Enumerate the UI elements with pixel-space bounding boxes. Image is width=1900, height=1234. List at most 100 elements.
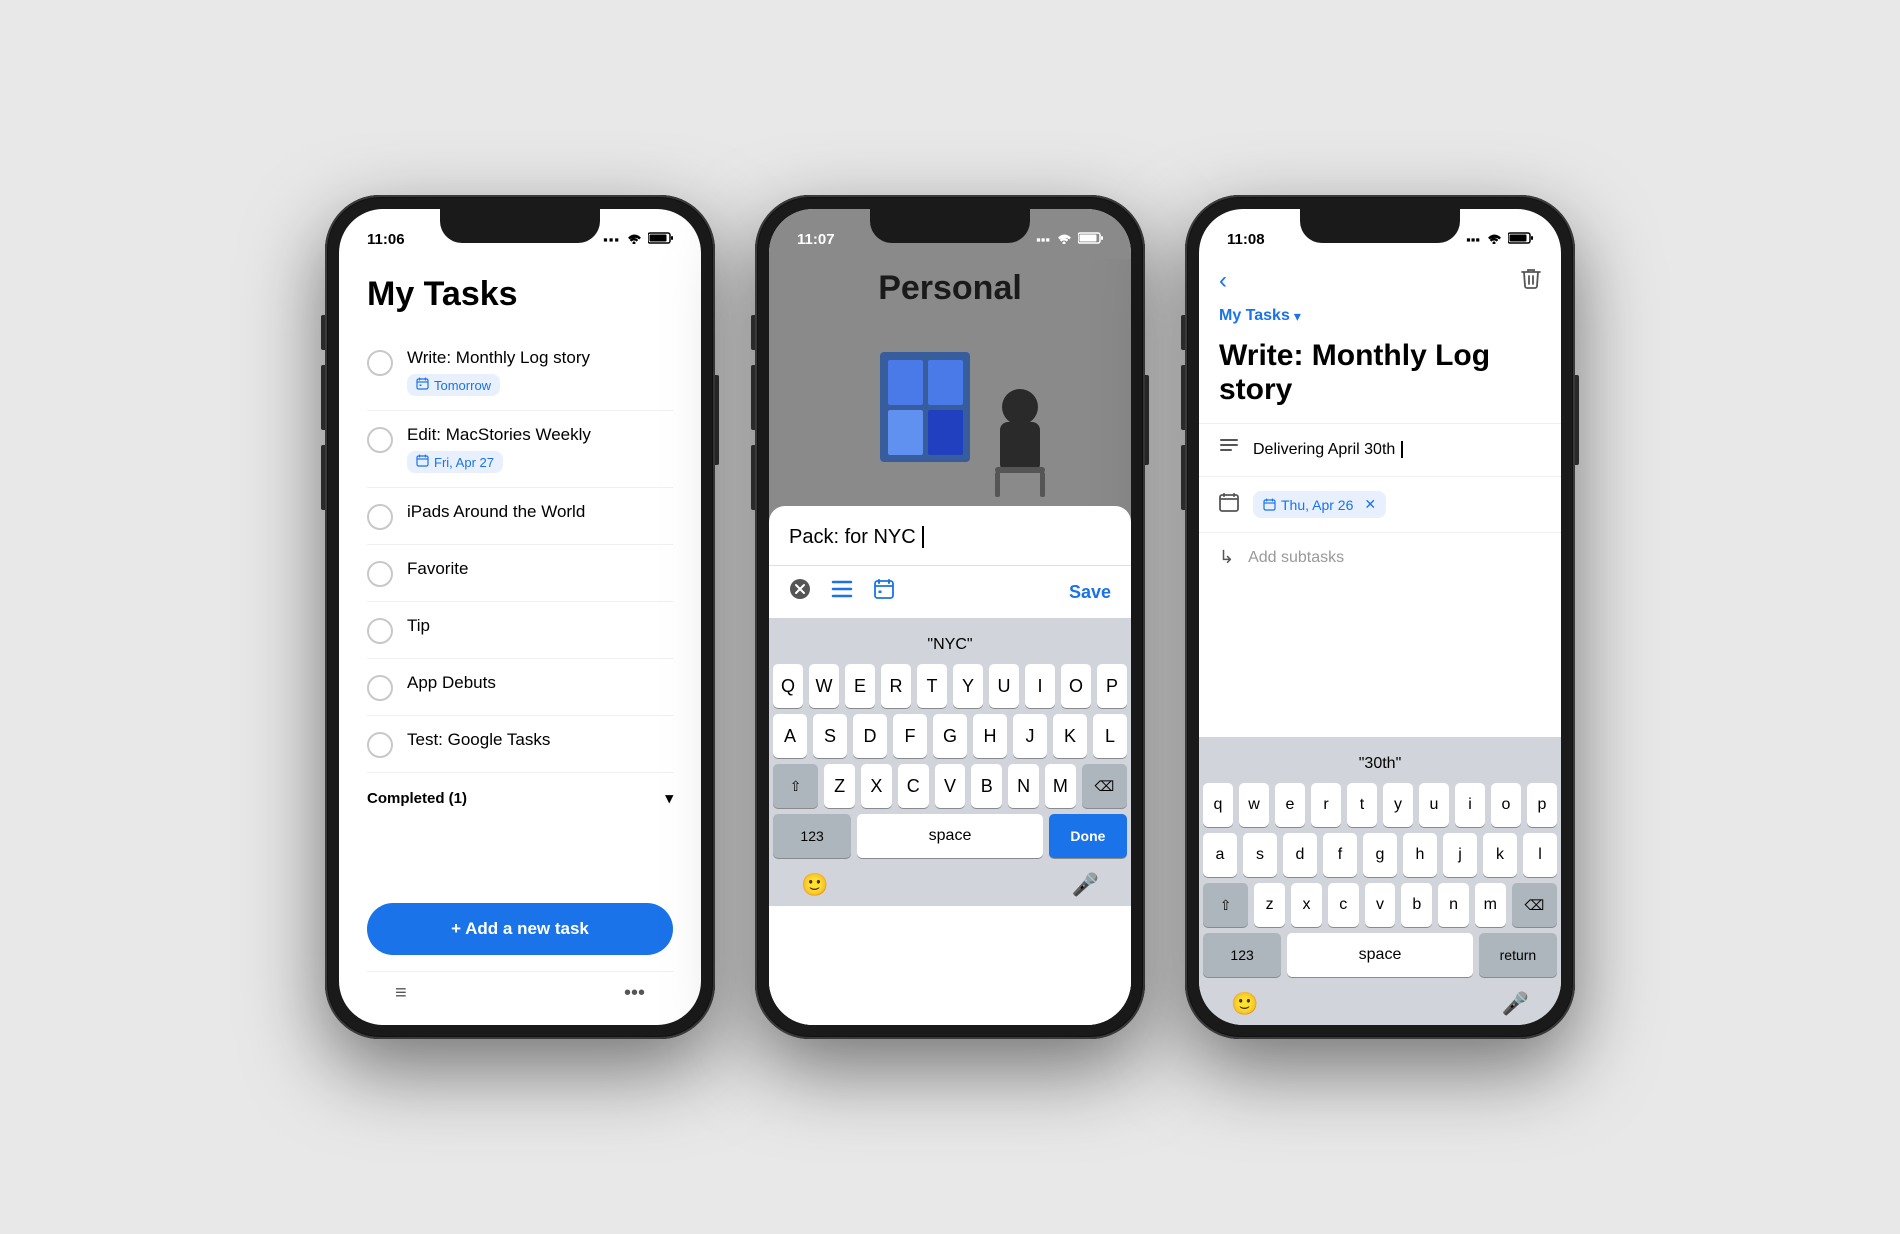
task-item-5[interactable]: Tip xyxy=(367,602,673,659)
key3-123[interactable]: 123 xyxy=(1203,933,1281,977)
key-e[interactable]: E xyxy=(845,664,875,708)
key3-shift[interactable]: ⇧ xyxy=(1203,883,1248,927)
key-k[interactable]: K xyxy=(1053,714,1087,758)
completed-section[interactable]: Completed (1) ▾ xyxy=(367,773,673,823)
modal-input-text[interactable]: Pack: for NYC xyxy=(789,526,1111,549)
key3-i[interactable]: i xyxy=(1455,783,1485,827)
trash-button[interactable] xyxy=(1521,267,1541,295)
key3-z[interactable]: z xyxy=(1254,883,1285,927)
key3-space[interactable]: space xyxy=(1287,933,1473,977)
key-done[interactable]: Done xyxy=(1049,814,1127,858)
key-f[interactable]: F xyxy=(893,714,927,758)
key-i[interactable]: I xyxy=(1025,664,1055,708)
menu-icon[interactable]: ≡ xyxy=(395,982,407,1005)
key-y[interactable]: Y xyxy=(953,664,983,708)
date-tag[interactable]: Thu, Apr 26 ✕ xyxy=(1253,491,1386,518)
task-circle-3[interactable] xyxy=(367,504,393,530)
key-h[interactable]: H xyxy=(973,714,1007,758)
calendar-toolbar-icon[interactable] xyxy=(873,578,895,606)
back-button[interactable]: ‹ xyxy=(1219,267,1227,295)
key-l[interactable]: L xyxy=(1093,714,1127,758)
key3-return[interactable]: return xyxy=(1479,933,1557,977)
key3-a[interactable]: a xyxy=(1203,833,1237,877)
key3-q[interactable]: q xyxy=(1203,783,1233,827)
emoji-icon-3[interactable]: 🙂 xyxy=(1231,991,1258,1017)
key-s[interactable]: S xyxy=(813,714,847,758)
key-q[interactable]: Q xyxy=(773,664,803,708)
task-item-1[interactable]: Write: Monthly Log story Tomorrow xyxy=(367,334,673,411)
key-t[interactable]: T xyxy=(917,664,947,708)
key3-c[interactable]: c xyxy=(1328,883,1359,927)
key3-s[interactable]: s xyxy=(1243,833,1277,877)
key-shift[interactable]: ⇧ xyxy=(773,764,818,808)
key-space[interactable]: space xyxy=(857,814,1043,858)
key3-g[interactable]: g xyxy=(1363,833,1397,877)
key3-n[interactable]: n xyxy=(1438,883,1469,927)
key3-r[interactable]: r xyxy=(1311,783,1341,827)
key-v[interactable]: V xyxy=(935,764,966,808)
key-r[interactable]: R xyxy=(881,664,911,708)
key3-d[interactable]: d xyxy=(1283,833,1317,877)
task-circle-5[interactable] xyxy=(367,618,393,644)
description-text[interactable]: Delivering April 30th xyxy=(1253,441,1541,459)
task-circle-6[interactable] xyxy=(367,675,393,701)
key-123[interactable]: 123 xyxy=(773,814,851,858)
add-task-button[interactable]: + Add a new task xyxy=(367,903,673,955)
task-item-7[interactable]: Test: Google Tasks xyxy=(367,716,673,773)
task-item-4[interactable]: Favorite xyxy=(367,545,673,602)
key-m[interactable]: M xyxy=(1045,764,1076,808)
date-row[interactable]: Thu, Apr 26 ✕ xyxy=(1199,476,1561,532)
task-circle-7[interactable] xyxy=(367,732,393,758)
more-icon[interactable]: ••• xyxy=(624,982,645,1005)
task-circle-4[interactable] xyxy=(367,561,393,587)
key3-h[interactable]: h xyxy=(1403,833,1437,877)
mic-icon[interactable]: 🎤 xyxy=(1072,872,1099,898)
task-item-3[interactable]: iPads Around the World xyxy=(367,488,673,545)
task-tag-1[interactable]: Tomorrow xyxy=(407,374,500,396)
key3-delete[interactable]: ⌫ xyxy=(1512,883,1557,927)
key-c[interactable]: C xyxy=(898,764,929,808)
key-j[interactable]: J xyxy=(1013,714,1047,758)
key3-k[interactable]: k xyxy=(1483,833,1517,877)
suggestion-item[interactable]: "NYC" xyxy=(773,632,1127,658)
modal-input-area[interactable]: Pack: for NYC xyxy=(769,506,1131,566)
key-n[interactable]: N xyxy=(1008,764,1039,808)
close-toolbar-icon[interactable] xyxy=(789,578,811,606)
task-item-2[interactable]: Edit: MacStories Weekly Fri, Apr 27 xyxy=(367,411,673,488)
key3-p[interactable]: p xyxy=(1527,783,1557,827)
key3-u[interactable]: u xyxy=(1419,783,1449,827)
task-item-6[interactable]: App Debuts xyxy=(367,659,673,716)
task-circle-1[interactable] xyxy=(367,350,393,376)
key-g[interactable]: G xyxy=(933,714,967,758)
key3-b[interactable]: b xyxy=(1401,883,1432,927)
key-u[interactable]: U xyxy=(989,664,1019,708)
suggestion-item-3[interactable]: "30th" xyxy=(1203,751,1557,777)
key3-v[interactable]: v xyxy=(1365,883,1396,927)
key3-w[interactable]: w xyxy=(1239,783,1269,827)
key-o[interactable]: O xyxy=(1061,664,1091,708)
key-w[interactable]: W xyxy=(809,664,839,708)
key-z[interactable]: Z xyxy=(824,764,855,808)
key-delete[interactable]: ⌫ xyxy=(1082,764,1127,808)
save-button[interactable]: Save xyxy=(1069,582,1111,603)
key-x[interactable]: X xyxy=(861,764,892,808)
mic-icon-3[interactable]: 🎤 xyxy=(1502,991,1529,1017)
keyboard-2[interactable]: "NYC" Q W E R T Y U I O P xyxy=(769,618,1131,906)
key3-x[interactable]: x xyxy=(1291,883,1322,927)
key-b[interactable]: B xyxy=(971,764,1002,808)
subtasks-row[interactable]: ↳ Add subtasks xyxy=(1199,532,1561,582)
key3-f[interactable]: f xyxy=(1323,833,1357,877)
key3-e[interactable]: e xyxy=(1275,783,1305,827)
description-row[interactable]: Delivering April 30th xyxy=(1199,423,1561,476)
key3-o[interactable]: o xyxy=(1491,783,1521,827)
key3-j[interactable]: j xyxy=(1443,833,1477,877)
date-remove-button[interactable]: ✕ xyxy=(1364,496,1376,513)
key3-t[interactable]: t xyxy=(1347,783,1377,827)
task-tag-2[interactable]: Fri, Apr 27 xyxy=(407,451,503,473)
key-p[interactable]: P xyxy=(1097,664,1127,708)
keyboard-3[interactable]: "30th" q w e r t y u i o p a xyxy=(1199,737,1561,1025)
phone-3-list-label[interactable]: My Tasks ▾ xyxy=(1199,299,1561,333)
key-d[interactable]: D xyxy=(853,714,887,758)
key3-l[interactable]: l xyxy=(1523,833,1557,877)
key-a[interactable]: A xyxy=(773,714,807,758)
